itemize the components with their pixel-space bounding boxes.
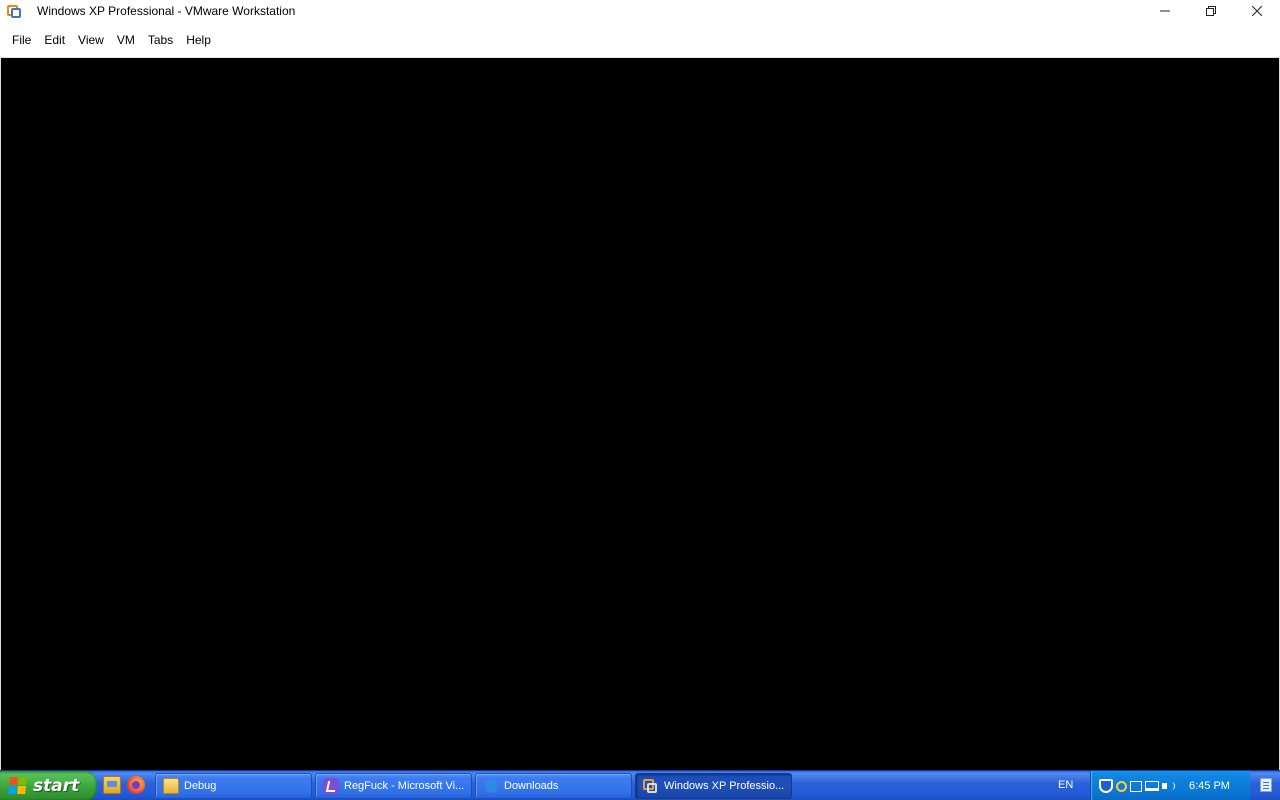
close-button[interactable] <box>1234 0 1280 22</box>
system-tray: 6:45 PM <box>1090 771 1250 800</box>
menu-vm[interactable]: VM <box>111 29 141 51</box>
title-bar: Windows XP Professional - VMware Worksta… <box>0 0 1280 22</box>
folder-icon <box>163 778 179 794</box>
language-indicator[interactable]: EN <box>1058 779 1073 791</box>
vm-screen[interactable] <box>0 58 1280 770</box>
vmware-workstation-icon <box>643 778 659 794</box>
volume-icon[interactable] <box>1162 780 1176 792</box>
menu-help[interactable]: Help <box>180 29 217 51</box>
minimize-button[interactable] <box>1142 0 1188 22</box>
task-label: Windows XP Professio... <box>664 780 785 792</box>
task-label: Downloads <box>504 780 559 792</box>
menu-bar: File Edit View VM Tabs Help <box>0 22 1280 58</box>
window-icon[interactable] <box>1130 780 1142 792</box>
vmware-workstation-icon[interactable] <box>7 3 23 19</box>
clock[interactable]: 6:45 PM <box>1189 780 1230 792</box>
file-explorer-icon[interactable] <box>103 776 121 794</box>
xp-taskbar: start Debug RegFuck - Microsoft Vi... Do… <box>0 770 1280 800</box>
task-vmware-xp[interactable]: Windows XP Professio... <box>635 773 792 799</box>
restore-icon <box>1206 6 1216 16</box>
network-icon[interactable] <box>1145 781 1159 791</box>
task-list: Debug RegFuck - Microsoft Vi... Download… <box>155 773 792 799</box>
downloads-icon <box>485 779 497 793</box>
restore-button[interactable] <box>1188 0 1234 22</box>
visual-studio-icon <box>323 778 339 794</box>
menu-tabs[interactable]: Tabs <box>142 29 179 51</box>
security-shield-icon[interactable] <box>1099 779 1113 793</box>
task-debug[interactable]: Debug <box>155 773 312 799</box>
notification-icon[interactable] <box>1258 778 1274 794</box>
quick-launch <box>103 776 145 796</box>
windows-logo-icon <box>8 777 28 795</box>
start-label: start <box>33 776 80 796</box>
magnifier-icon[interactable] <box>1116 780 1127 792</box>
firefox-icon[interactable] <box>127 776 145 794</box>
window-title: Windows XP Professional - VMware Worksta… <box>37 4 296 18</box>
start-button[interactable]: start <box>0 771 97 800</box>
minimize-icon <box>1160 10 1170 12</box>
close-icon <box>1252 6 1262 16</box>
task-label: Debug <box>184 780 217 792</box>
menu-view[interactable]: View <box>72 29 110 51</box>
task-downloads[interactable]: Downloads <box>475 773 632 799</box>
task-regfuck-visual-studio[interactable]: RegFuck - Microsoft Vi... <box>315 773 472 799</box>
task-label: RegFuck - Microsoft Vi... <box>344 780 465 792</box>
window-controls <box>1142 0 1280 22</box>
menu-file[interactable]: File <box>6 29 37 51</box>
menu-edit[interactable]: Edit <box>38 29 71 51</box>
